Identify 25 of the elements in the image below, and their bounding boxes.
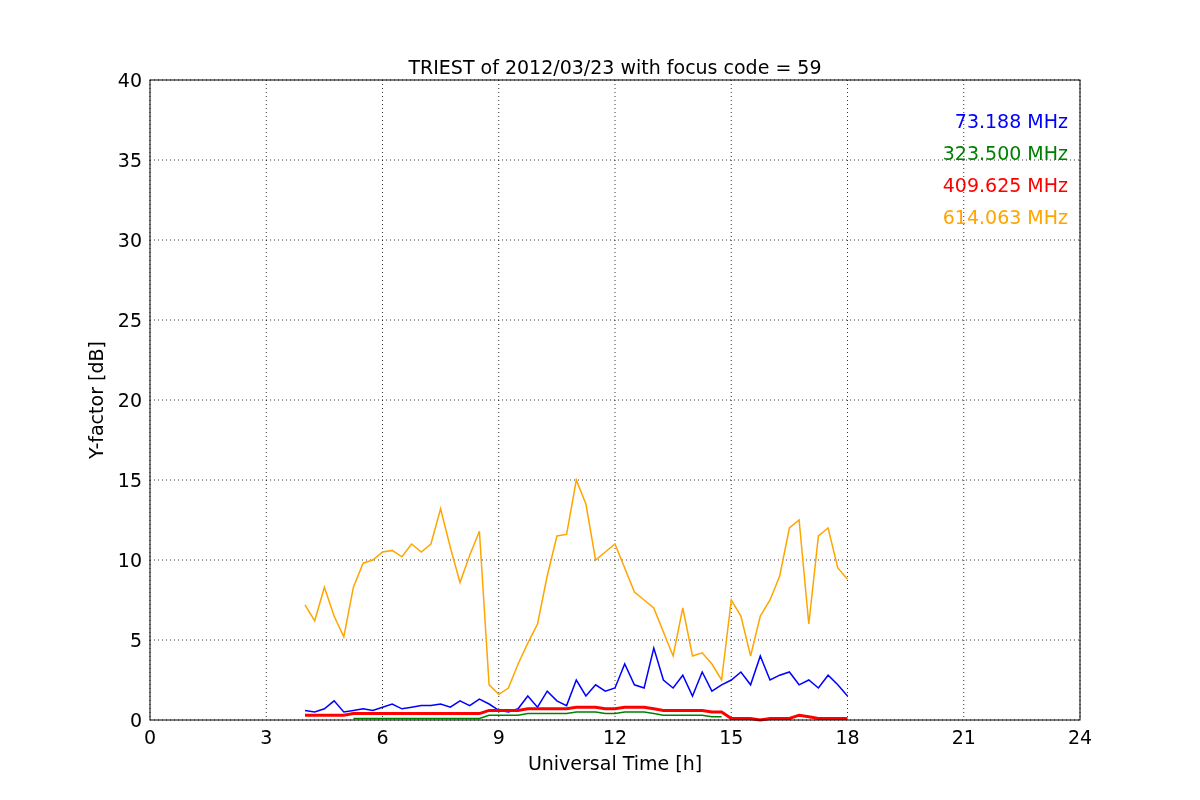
y-tick-label: 30	[117, 229, 142, 251]
y-tick-label: 40	[117, 69, 142, 91]
y-tick-label: 20	[117, 389, 142, 411]
x-tick-label: 0	[143, 726, 157, 748]
y-tick-label: 25	[117, 309, 142, 331]
legend-label: 614.063 MHz	[942, 206, 1068, 228]
x-tick-label: 21	[951, 726, 976, 748]
y-tick-label: 10	[117, 549, 142, 571]
y-tick-label: 35	[117, 149, 142, 171]
chart-title: TRIEST of 2012/03/23 with focus code = 59	[408, 56, 822, 78]
x-tick-label: 24	[1067, 726, 1093, 748]
x-tick-label: 3	[260, 726, 273, 748]
y-tick-label: 5	[129, 629, 142, 651]
legend-label: 323.500 MHz	[942, 142, 1068, 164]
x-tick-label: 18	[835, 726, 860, 748]
x-tick-label: 9	[492, 726, 505, 748]
y-tick-label: 0	[129, 709, 142, 731]
y-axis-label: Y-factor [dB]	[85, 341, 107, 459]
y-tick-label: 15	[117, 469, 142, 491]
x-tick-label: 15	[719, 726, 744, 748]
legend-label: 73.188 MHz	[954, 110, 1068, 132]
x-axis-label: Universal Time [h]	[527, 752, 703, 774]
x-tick-label: 6	[376, 726, 389, 748]
legend-label: 409.625 MHz	[942, 174, 1068, 196]
x-tick-label: 12	[602, 726, 628, 748]
